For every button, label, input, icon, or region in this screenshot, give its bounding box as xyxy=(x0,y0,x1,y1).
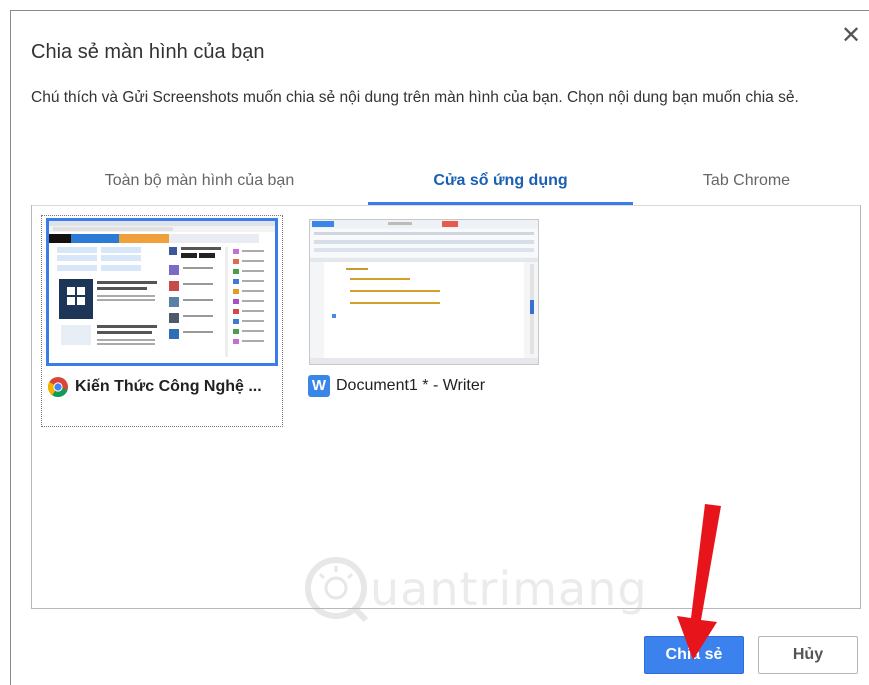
window-title-writer: Document1 * - Writer xyxy=(336,377,486,394)
window-item-chrome[interactable]: Kiến Thức Công Nghệ ... xyxy=(41,215,283,427)
window-list-panel: Kiến Thức Công Nghệ ... W Document1 * - … xyxy=(31,205,861,609)
tab-entire-screen[interactable]: Toàn bộ màn hình của bạn xyxy=(31,161,368,205)
window-title-chrome: Kiến Thức Công Nghệ ... xyxy=(75,378,262,395)
chrome-icon xyxy=(47,377,68,397)
window-label-writer: W Document1 * - Writer xyxy=(308,375,485,397)
dialog-title: Chia sẻ màn hình của bạn xyxy=(31,41,265,63)
window-thumbnail-chrome xyxy=(46,218,278,366)
writer-icon: W xyxy=(308,375,330,397)
tab-chrome-tab[interactable]: Tab Chrome xyxy=(633,161,860,205)
tab-bar: Toàn bộ màn hình của bạn Cửa sổ ứng dụng… xyxy=(31,161,860,206)
window-thumbnail-writer xyxy=(309,219,539,365)
window-item-writer[interactable]: W Document1 * - Writer xyxy=(303,215,545,427)
cancel-button[interactable]: Hủy xyxy=(758,636,858,674)
window-label-chrome: Kiến Thức Công Nghệ ... xyxy=(47,376,262,398)
close-icon[interactable]: ✕ xyxy=(839,23,863,47)
share-screen-dialog: ✕ Chia sẻ màn hình của bạn Chú thích và … xyxy=(10,10,869,685)
share-button[interactable]: Chia sẻ xyxy=(644,636,744,674)
dialog-description: Chú thích và Gửi Screenshots muốn chia s… xyxy=(31,89,799,106)
tab-application-window[interactable]: Cửa sổ ứng dụng xyxy=(368,161,633,205)
